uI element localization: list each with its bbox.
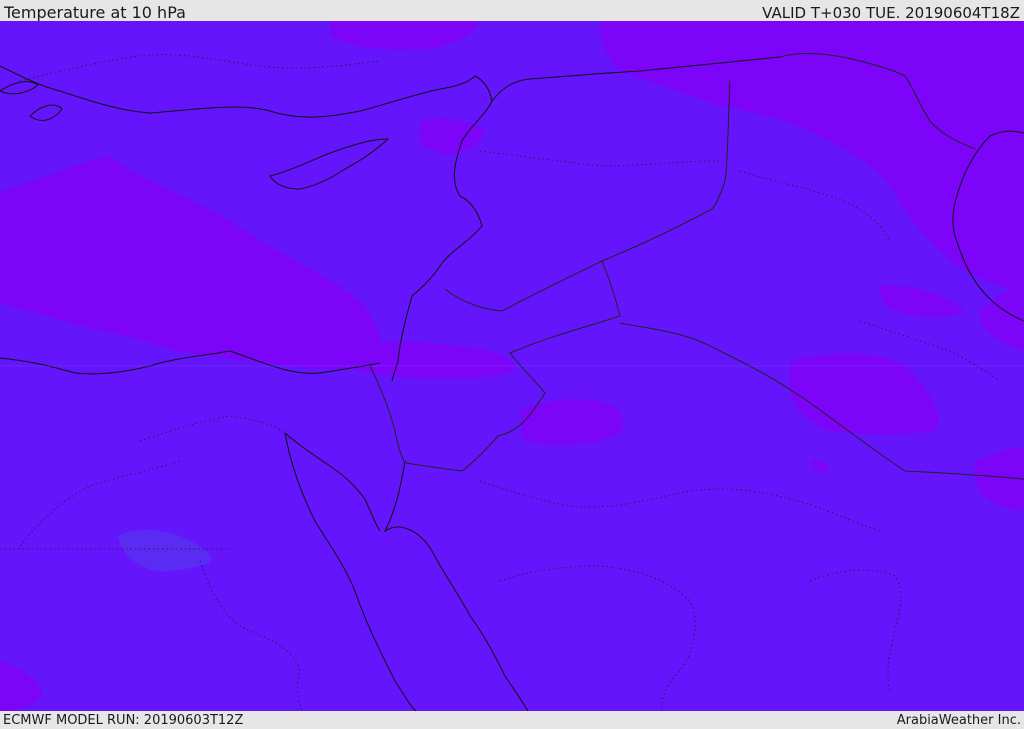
credit-label: ArabiaWeather Inc.	[896, 713, 1021, 728]
map-title: Temperature at 10 hPa	[4, 3, 186, 22]
weather-map[interactable]	[0, 21, 1024, 711]
warm-patch-jordan	[520, 399, 624, 446]
model-run-label: ECMWF MODEL RUN: 20190603T12Z	[3, 713, 244, 728]
map-canvas	[0, 21, 1024, 711]
footer-bar: ECMWF MODEL RUN: 20190603T12Z ArabiaWeat…	[0, 711, 1024, 729]
header-bar: Temperature at 10 hPa VALID T+030 TUE. 2…	[0, 0, 1024, 22]
valid-time: VALID T+030 TUE. 20190604T18Z	[762, 4, 1020, 22]
